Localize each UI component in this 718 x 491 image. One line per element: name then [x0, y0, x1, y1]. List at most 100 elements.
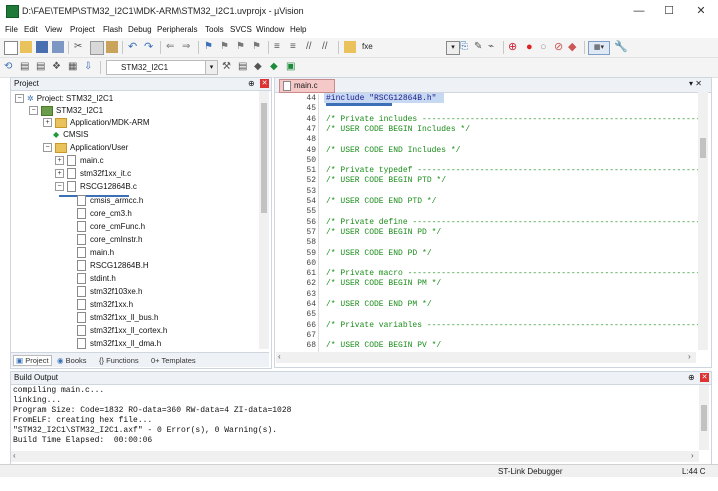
- tab-templates[interactable]: 0+ Templates: [151, 356, 196, 365]
- header-file[interactable]: core_cmInstr.h: [77, 234, 142, 246]
- dropdown-arrow-icon[interactable]: ▾: [446, 41, 460, 55]
- nav-back-icon[interactable]: ⇐: [166, 41, 178, 53]
- find-replace-icon[interactable]: ⌁: [488, 41, 500, 53]
- close-panel-icon[interactable]: ✕: [260, 79, 269, 88]
- expand-icon[interactable]: +: [55, 169, 64, 179]
- nav-forward-icon[interactable]: ⇒: [182, 41, 194, 53]
- maximize-button[interactable]: ☐: [655, 3, 683, 19]
- tree-group[interactable]: + Application/MDK-ARM: [43, 117, 150, 129]
- tab-books[interactable]: ◉ Books: [57, 356, 87, 365]
- header-file[interactable]: stm32f1xx_ll_bus.h: [77, 312, 158, 324]
- editor-hscrollbar[interactable]: ‹ ›: [276, 352, 696, 363]
- header-file[interactable]: main.h: [77, 247, 114, 259]
- header-file[interactable]: core_cmFunc.h: [77, 221, 145, 233]
- scroll-thumb[interactable]: [700, 138, 706, 158]
- header-file[interactable]: stm32f103xe.h: [77, 286, 142, 298]
- tree-file[interactable]: + main.c: [55, 155, 104, 167]
- paste-icon[interactable]: [106, 41, 118, 53]
- file-extensions-icon[interactable]: ▤: [238, 61, 250, 73]
- menu-peripherals[interactable]: Peripherals: [157, 25, 197, 34]
- undo-icon[interactable]: ↶: [128, 41, 140, 53]
- target-options-icon[interactable]: ⚒: [222, 61, 234, 73]
- disable-breakpoint-icon[interactable]: ○: [540, 41, 552, 53]
- target-dropdown-icon[interactable]: ▾: [205, 61, 217, 74]
- find-in-files-icon[interactable]: [344, 41, 356, 53]
- breakpoint-icon[interactable]: ●: [526, 41, 538, 53]
- indent-icon[interactable]: ≡: [274, 41, 286, 53]
- save-all-icon[interactable]: [52, 41, 64, 53]
- open-file-icon[interactable]: [20, 41, 32, 53]
- scroll-thumb[interactable]: [261, 103, 267, 213]
- menu-edit[interactable]: Edit: [24, 25, 38, 34]
- target-select[interactable]: STM32_I2C1 ▾: [106, 60, 218, 75]
- header-file[interactable]: stdint.h: [77, 273, 116, 285]
- header-file[interactable]: stm32f1xx.h: [77, 299, 133, 311]
- tree-file[interactable]: + stm32f1xx_it.c: [55, 168, 131, 180]
- pin-icon[interactable]: ⊕: [248, 78, 255, 90]
- kill-all-breakpoints-icon[interactable]: ◆: [568, 41, 580, 53]
- cut-icon[interactable]: ✂: [74, 41, 86, 53]
- new-file-icon[interactable]: [4, 41, 18, 55]
- kill-breakpoints-icon[interactable]: ⊘: [554, 41, 566, 53]
- pack-installer-icon[interactable]: ▣: [286, 61, 298, 73]
- batch-build-icon[interactable]: ❖: [52, 61, 64, 73]
- save-icon[interactable]: [36, 41, 48, 53]
- menu-file[interactable]: File: [5, 25, 18, 34]
- tree-target[interactable]: − STM32_I2C1: [29, 105, 103, 117]
- menu-view[interactable]: View: [45, 25, 62, 34]
- header-file[interactable]: stm32f1xx_ll_cortex.h: [77, 325, 167, 337]
- collapse-icon[interactable]: −: [55, 182, 64, 192]
- incremental-find-icon[interactable]: ✎: [474, 41, 486, 53]
- scroll-right-icon[interactable]: ›: [691, 451, 694, 460]
- build-icon[interactable]: ▤: [20, 61, 32, 73]
- translate-icon[interactable]: ⟲: [4, 61, 16, 73]
- collapse-icon[interactable]: −: [15, 94, 24, 104]
- project-scrollbar[interactable]: [259, 91, 269, 349]
- tree-root[interactable]: − ✲ Project: STM32_I2C1: [15, 93, 113, 105]
- redo-icon[interactable]: ↷: [144, 41, 156, 53]
- rebuild-icon[interactable]: ▤: [36, 61, 48, 73]
- tab-functions[interactable]: {} Functions: [99, 356, 139, 365]
- select-packs-icon[interactable]: ◆: [270, 61, 282, 73]
- scroll-left-icon[interactable]: ‹: [13, 451, 16, 460]
- bookmark-icon[interactable]: ⚑: [204, 41, 216, 53]
- header-file[interactable]: core_cm3.h: [77, 208, 132, 220]
- expand-icon[interactable]: +: [43, 118, 52, 128]
- prev-bookmark-icon[interactable]: ⚑: [220, 41, 232, 53]
- output-vscrollbar[interactable]: [699, 385, 709, 450]
- copy-icon[interactable]: [90, 41, 104, 55]
- header-file[interactable]: RSCG12864B.H: [77, 260, 149, 272]
- header-file[interactable]: cmsis_armcc.h: [77, 195, 143, 207]
- download-icon[interactable]: ⇩: [84, 61, 96, 73]
- menu-project[interactable]: Project: [70, 25, 95, 34]
- close-panel-icon[interactable]: ✕: [700, 373, 709, 382]
- menu-flash[interactable]: Flash: [103, 25, 123, 34]
- tree-file-selected[interactable]: − RSCG12864B.c: [55, 181, 137, 193]
- manage-components-icon[interactable]: ◆: [254, 61, 266, 73]
- collapse-icon[interactable]: −: [43, 143, 52, 153]
- clear-bookmarks-icon[interactable]: ⚑: [252, 41, 264, 53]
- pin-icon[interactable]: ⊕: [688, 372, 695, 384]
- output-hscrollbar[interactable]: ‹ ›: [11, 451, 699, 462]
- minimize-button[interactable]: —: [625, 3, 653, 19]
- collapse-icon[interactable]: −: [29, 106, 38, 116]
- find-combo[interactable]: [360, 40, 442, 55]
- menu-svcs[interactable]: SVCS: [230, 25, 252, 34]
- menu-window[interactable]: Window: [256, 25, 284, 34]
- menu-help[interactable]: Help: [290, 25, 306, 34]
- close-button[interactable]: ✕: [687, 3, 715, 19]
- scroll-right-icon[interactable]: ›: [688, 352, 691, 361]
- menu-tools[interactable]: Tools: [205, 25, 224, 34]
- unindent-icon[interactable]: ≡: [290, 41, 302, 53]
- scroll-left-icon[interactable]: ‹: [278, 352, 281, 361]
- tree-group[interactable]: − Application/User: [43, 142, 128, 154]
- find-icon[interactable]: ⎘: [460, 41, 472, 53]
- tree-group[interactable]: ◆ CMSIS: [53, 129, 89, 141]
- expand-icon[interactable]: +: [55, 156, 64, 166]
- next-bookmark-icon[interactable]: ⚑: [236, 41, 248, 53]
- tab-project[interactable]: ▣ Project: [13, 355, 52, 366]
- tab-main-c[interactable]: main.c: [279, 79, 335, 93]
- configure-icon[interactable]: 🔧: [614, 41, 628, 53]
- window-layout-icon[interactable]: ▦▾: [588, 41, 610, 55]
- close-all-icon[interactable]: ▾ ✕: [689, 79, 702, 88]
